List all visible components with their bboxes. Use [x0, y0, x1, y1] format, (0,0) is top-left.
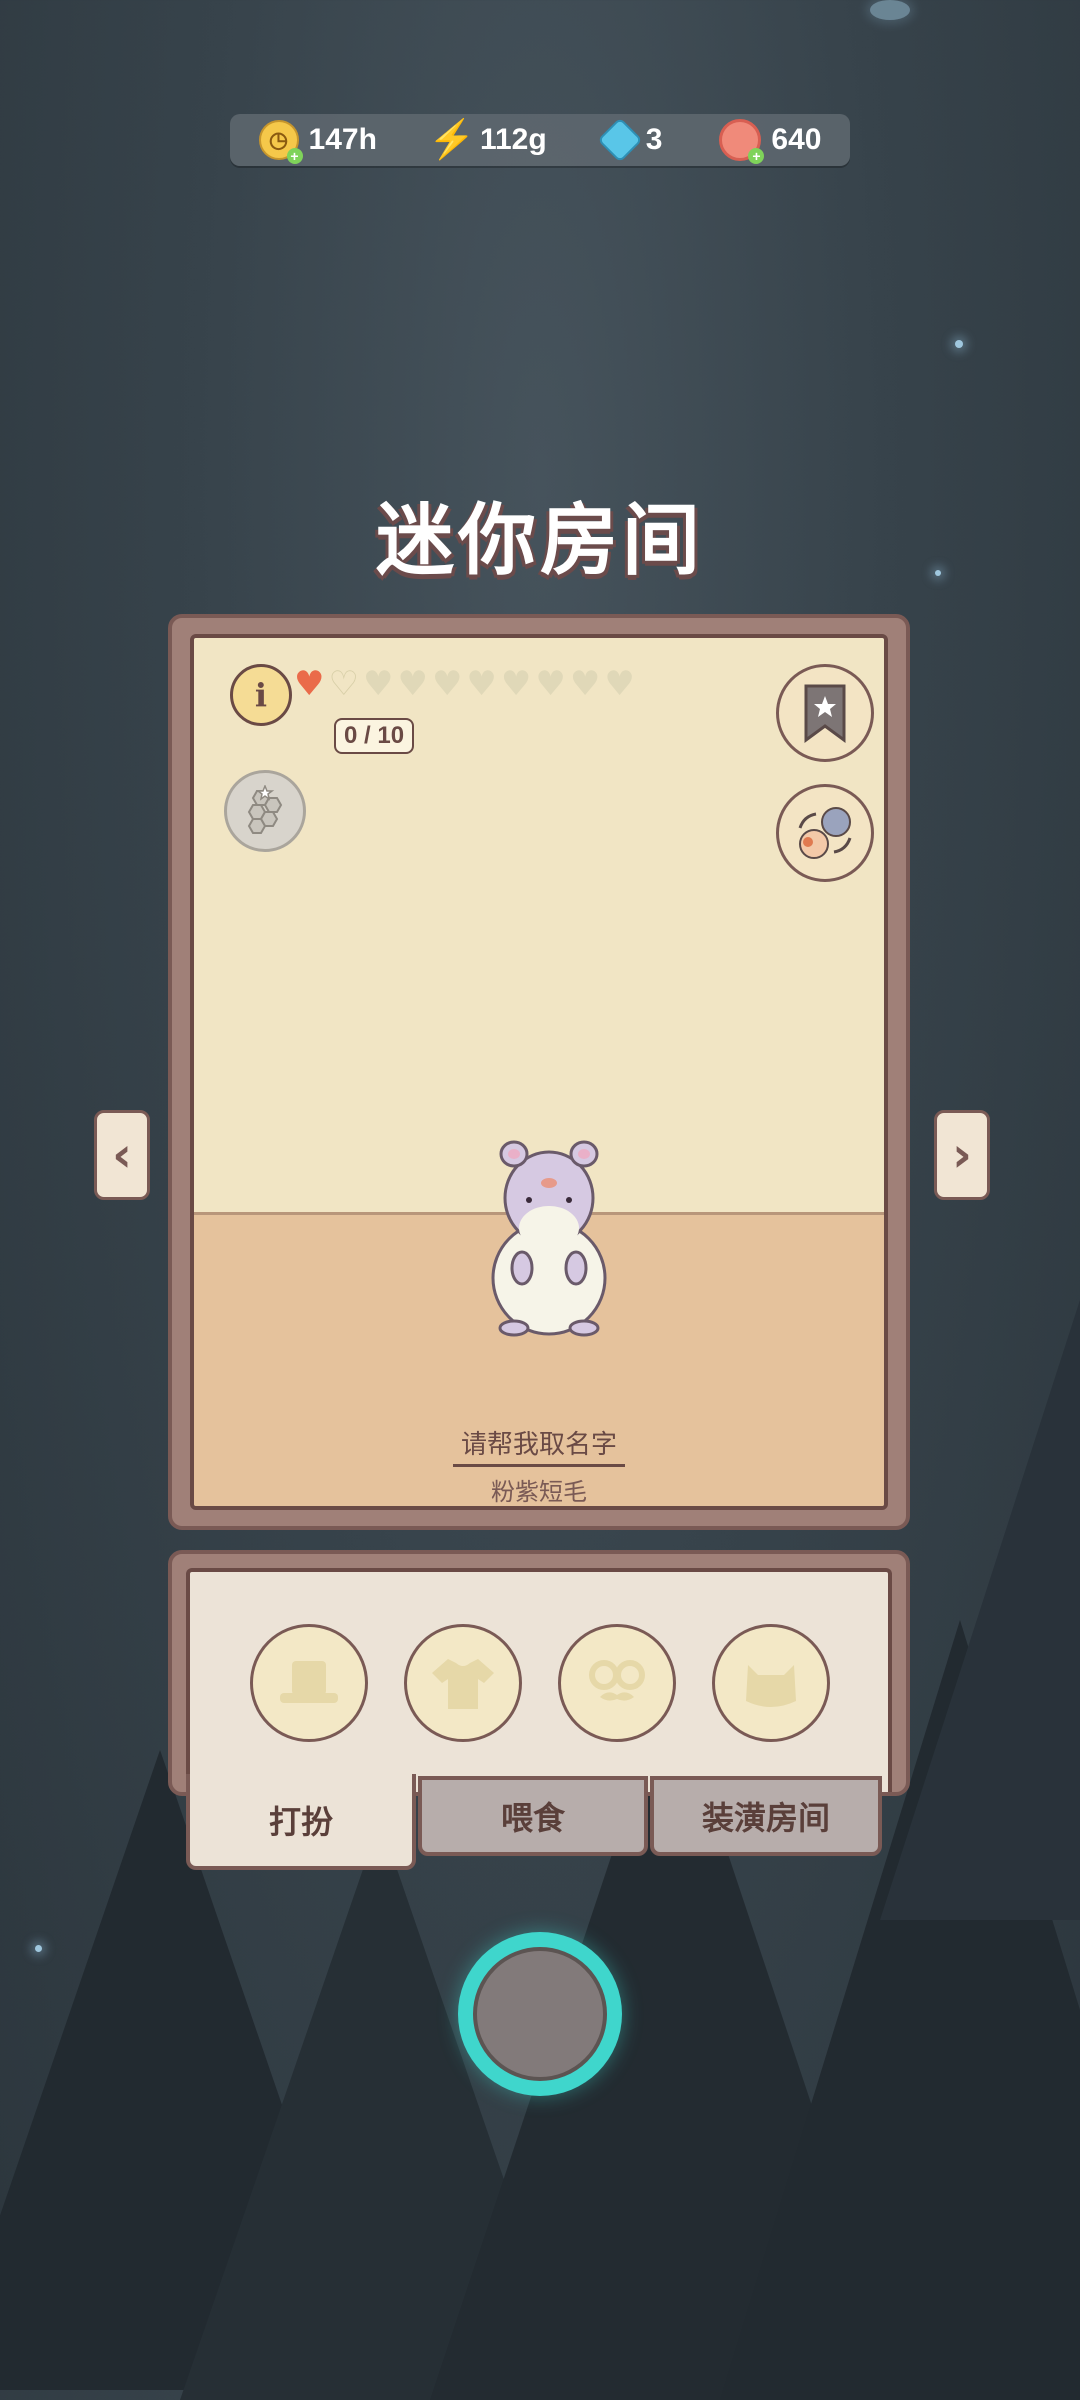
affection-hearts: ♥ ♡ ♥ ♥ ♥ ♥ ♥ ♥ ♥ ♥	[294, 664, 635, 704]
bookmark-star-icon	[804, 684, 846, 743]
swap-cats-icon	[798, 807, 852, 859]
heart-icon: ♥	[500, 664, 532, 704]
customize-panel	[168, 1550, 910, 1796]
glasses-icon	[589, 1660, 645, 1701]
resource-gems[interactable]: 3	[597, 117, 663, 163]
pet-breed: 粉紫短毛	[491, 1478, 587, 1506]
tab-dress-up[interactable]: 打扮	[186, 1774, 416, 1870]
resource-energy[interactable]: ⚡ 112g	[428, 119, 547, 161]
heart-icon: ♥	[362, 664, 394, 704]
heart-icon: ♥	[604, 664, 635, 704]
coin-clock-icon: ◷ +	[258, 120, 303, 164]
heart-icon: ♥	[466, 664, 497, 704]
previous-room-button[interactable]: ‹	[94, 1110, 150, 1200]
chevron-right-icon: ›	[952, 1127, 972, 1183]
slot-face[interactable]	[712, 1624, 830, 1742]
main-action-button[interactable]	[458, 1932, 622, 2096]
swap-pet-button[interactable]	[776, 784, 874, 882]
heart-icon: ♥	[535, 664, 566, 704]
next-room-button[interactable]: ›	[934, 1110, 990, 1200]
info-button[interactable]: i	[230, 664, 292, 726]
honeycomb-icon	[247, 785, 283, 834]
page-title: 迷你房间	[375, 496, 704, 586]
shirt-icon	[432, 1659, 494, 1709]
slot-shirt[interactable]	[404, 1624, 522, 1742]
honeycomb-button[interactable]	[224, 770, 306, 852]
resource-energy-value: 112g	[479, 123, 547, 156]
chevron-left-icon: ‹	[112, 1127, 132, 1183]
hamster-pet[interactable]	[484, 1128, 614, 1338]
resource-bar: ◷ + 147h ⚡ 112g 3 + 640	[230, 114, 850, 166]
tab-feed-label: 喂食	[500, 1799, 565, 1837]
customize-slots	[186, 1568, 892, 1792]
action-button-face	[473, 1947, 607, 2081]
bookmark-button[interactable]	[776, 664, 874, 762]
tab-decorate[interactable]: 装潢房间	[650, 1776, 882, 1856]
mini-room-panel: i ♥ ♡ ♥ ♥ ♥ ♥ ♥ ♥ ♥ ♥ 0 / 10 请帮我取名字 粉紫短毛	[168, 614, 910, 1530]
resource-time-value: 147h	[308, 123, 377, 156]
pet-name[interactable]: 请帮我取名字	[452, 1430, 625, 1467]
tab-decorate-label: 装潢房间	[701, 1799, 830, 1837]
tab-dress-up-label: 打扮	[268, 1803, 333, 1841]
gem-icon	[597, 117, 643, 163]
resource-time[interactable]: ◷ + 147h	[258, 120, 377, 164]
slot-glasses[interactable]	[558, 1624, 676, 1742]
room-scene: i ♥ ♡ ♥ ♥ ♥ ♥ ♥ ♥ ♥ ♥ 0 / 10 请帮我取名字 粉紫短毛	[190, 634, 888, 1510]
heart-icon: ♥	[397, 664, 428, 704]
donut-icon: +	[719, 119, 765, 164]
slot-hat[interactable]	[250, 1624, 368, 1742]
resource-donut-value: 640	[771, 123, 822, 156]
heart-icon: ♥	[294, 664, 325, 704]
resource-donut[interactable]: + 640	[719, 119, 822, 164]
heart-icon: ♡	[328, 664, 359, 704]
heart-icon: ♥	[569, 664, 601, 704]
pet-face-icon	[746, 1665, 796, 1707]
hat-icon	[280, 1661, 338, 1703]
pet-name-field[interactable]: 请帮我取名字	[194, 1424, 884, 1467]
affection-count: 0 / 10	[334, 718, 415, 754]
tab-feed[interactable]: 喂食	[418, 1776, 648, 1856]
heart-icon: ♥	[431, 664, 463, 704]
energy-bolt-icon: ⚡	[428, 119, 476, 161]
resource-gems-value: 3	[645, 123, 663, 156]
